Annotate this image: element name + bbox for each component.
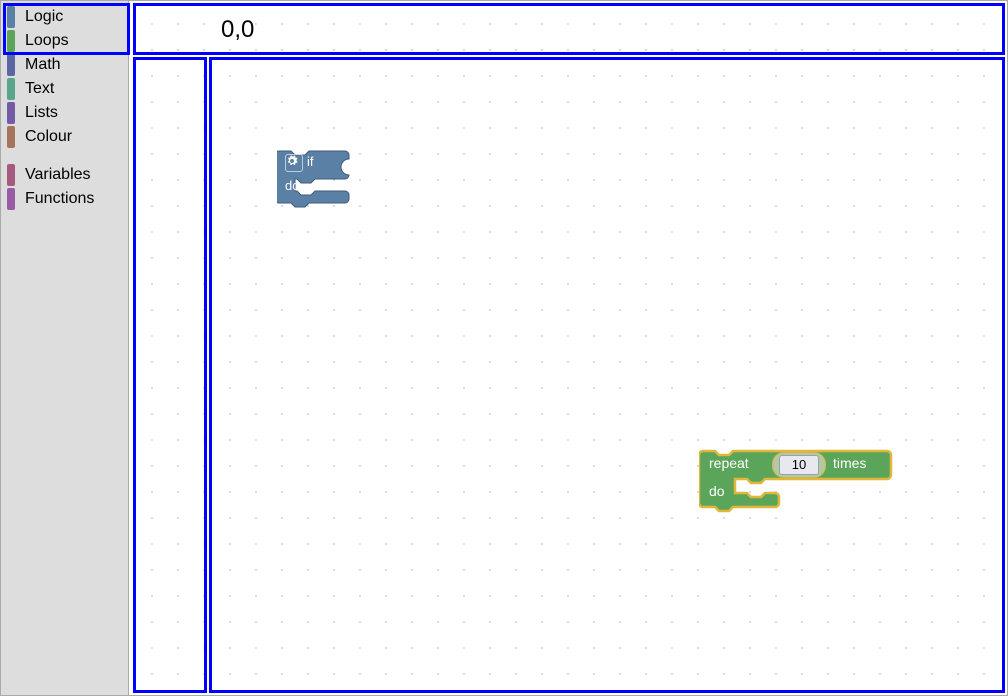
- category-swatch: [7, 126, 15, 148]
- category-swatch: [7, 30, 15, 52]
- category-label: Logic: [25, 8, 63, 26]
- coord-label: 0,0: [221, 16, 254, 44]
- times-label: times: [833, 455, 866, 471]
- gear-icon[interactable]: [285, 154, 303, 172]
- category-swatch: [7, 164, 15, 186]
- repeat-block[interactable]: repeat 10 times do: [699, 449, 897, 521]
- category-label: Loops: [25, 32, 69, 50]
- category-swatch: [7, 54, 15, 76]
- workspace-canvas[interactable]: 0,0 if do repeat 10 times do: [129, 1, 1007, 695]
- category-lists[interactable]: Lists: [1, 101, 128, 125]
- blockly-app: Logic Loops Math Text Lists Colour Variables Fu…: [0, 0, 1008, 696]
- repeat-count-input[interactable]: 10: [779, 455, 819, 475]
- category-swatch: [7, 78, 15, 100]
- toolbox: Logic Loops Math Text Lists Colour Variables Fu…: [1, 1, 129, 695]
- category-text[interactable]: Text: [1, 77, 128, 101]
- category-label: Lists: [25, 104, 58, 122]
- category-variables[interactable]: Variables: [1, 163, 128, 187]
- category-swatch: [7, 102, 15, 124]
- if-block[interactable]: if do: [277, 149, 367, 209]
- category-colour[interactable]: Colour: [1, 125, 128, 149]
- if-label: if: [307, 154, 314, 169]
- repeat-label: repeat: [709, 455, 749, 471]
- category-loops[interactable]: Loops: [1, 29, 128, 53]
- category-label: Text: [25, 80, 54, 98]
- do-label: do: [285, 178, 299, 193]
- category-label: Variables: [25, 166, 91, 184]
- category-label: Functions: [25, 190, 94, 208]
- category-logic[interactable]: Logic: [1, 5, 128, 29]
- category-swatch: [7, 188, 15, 210]
- category-swatch: [7, 6, 15, 28]
- category-gap: [1, 149, 128, 163]
- category-label: Math: [25, 56, 61, 74]
- repeat-do-label: do: [709, 483, 725, 499]
- category-math[interactable]: Math: [1, 53, 128, 77]
- category-label: Colour: [25, 128, 72, 146]
- category-functions[interactable]: Functions: [1, 187, 128, 211]
